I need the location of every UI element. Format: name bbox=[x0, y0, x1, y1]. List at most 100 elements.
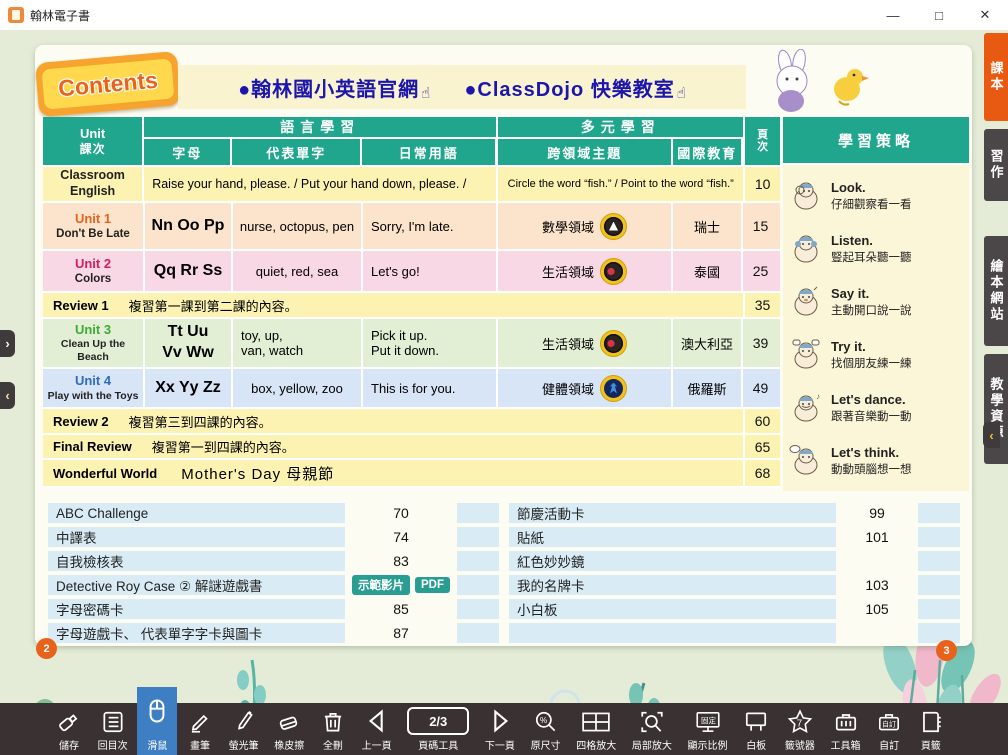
monitor-fixed-icon: 固定 bbox=[694, 709, 722, 735]
toc-row-classroom-english: Classroom English Raise your hand, pleas… bbox=[43, 167, 780, 203]
sidebar-tab-textbook[interactable]: 課本 bbox=[984, 33, 1008, 121]
toc-row-review2: Review 2 複習第三到四課的內容。 60 bbox=[43, 409, 780, 435]
sports-app-badge-icon bbox=[600, 375, 627, 402]
eraser-icon bbox=[276, 709, 302, 735]
mascot-characters bbox=[747, 49, 877, 115]
list-item[interactable]: 字母密碼卡 85 bbox=[48, 599, 499, 619]
number-picker-button[interactable]: 7 籤號器 bbox=[779, 706, 821, 755]
col-multi-learning: 多元學習 bbox=[498, 117, 745, 139]
col-international: 國際教育 bbox=[673, 139, 743, 165]
list-item[interactable]: 紅色妙妙鏡 bbox=[509, 551, 960, 571]
bookmark-book-icon bbox=[918, 709, 944, 735]
say-it-character-icon bbox=[789, 285, 823, 319]
display-ratio-button[interactable]: 固定 顯示比例 bbox=[682, 706, 734, 755]
col-cross-domain: 跨領域主題 bbox=[498, 139, 673, 165]
dance-character-icon: ♪ bbox=[789, 391, 823, 425]
classdojo-link[interactable]: ●ClassDojo 快樂教室 ☝ bbox=[464, 73, 686, 102]
svg-text:7: 7 bbox=[797, 718, 802, 729]
strategy-panel: 學習策略 Look.仔細觀察看一看 Listen.豎起耳朵聽一聽 Say it.… bbox=[783, 117, 969, 491]
appendix-list-left: ABC Challenge 70 中譯表 74 自我檢核表 83 Detecti… bbox=[48, 503, 499, 643]
page-indicator[interactable]: 2/3 bbox=[407, 707, 469, 735]
try-it-character-icon bbox=[789, 338, 823, 372]
math-app-badge-icon bbox=[600, 213, 627, 240]
save-button[interactable]: 儲存 bbox=[50, 706, 88, 755]
contents-badge-label: Contents bbox=[57, 66, 159, 102]
bottom-toolbar: 儲存 回目次 滑鼠 畫筆 螢光筆 橡皮擦 全刪 上一頁 bbox=[0, 703, 1008, 755]
sidebar-collapse-arrow[interactable]: ‹ bbox=[983, 422, 1000, 448]
list-item[interactable]: 我的名牌卡 103 bbox=[509, 575, 960, 595]
page-number-sticker-left: 2 bbox=[36, 638, 57, 659]
left-panel-collapse-arrow[interactable]: ‹ bbox=[0, 382, 15, 409]
pdf-button[interactable]: PDF bbox=[415, 577, 450, 593]
strategy-item-say-it: Say it.主動開口說一說 bbox=[789, 285, 963, 319]
previous-page-icon bbox=[363, 707, 391, 735]
life-cultivate-badge-icon bbox=[600, 330, 627, 357]
minimize-button[interactable]: — bbox=[870, 0, 916, 30]
toc-row-wonderful-world: Wonderful World Mother's Day 母親節 68 bbox=[43, 460, 780, 488]
sidebar-tab-picturebook-site[interactable]: 繪本網站 bbox=[984, 236, 1008, 346]
custom-toolbox-button[interactable]: 自訂 自訂 bbox=[870, 706, 908, 755]
strategy-item-lets-dance: ♪ Let's dance.跟著音樂動一動 bbox=[789, 391, 963, 425]
strategy-item-lets-think: Let's think.動動頭腦想一想 bbox=[789, 444, 963, 478]
col-unit-zh: 課次 bbox=[80, 142, 106, 156]
close-button[interactable]: ✕ bbox=[962, 0, 1008, 30]
life-cultivate-badge-icon bbox=[600, 258, 627, 285]
look-character-icon bbox=[789, 179, 823, 213]
sidebar-tab-workbook[interactable]: 習作 bbox=[984, 129, 1008, 201]
toc-row-unit4: Unit 4 Play with the Toys Xx Yy Zz box, … bbox=[43, 369, 780, 409]
listen-character-icon bbox=[789, 232, 823, 266]
delete-all-button[interactable]: 全刪 bbox=[314, 706, 352, 755]
star-number-icon: 7 bbox=[786, 709, 814, 735]
next-page-button[interactable]: 下一頁 bbox=[479, 704, 521, 755]
toolbox-button[interactable]: 工具箱 bbox=[825, 706, 867, 755]
list-item[interactable]: 貼紙 101 bbox=[509, 527, 960, 547]
page-tabs-button[interactable]: 頁籤 bbox=[912, 706, 950, 755]
list-item[interactable]: 小白板 105 bbox=[509, 599, 960, 619]
whiteboard-button[interactable]: 白板 bbox=[737, 706, 775, 755]
maximize-button[interactable]: □ bbox=[916, 0, 962, 30]
page-number-tool[interactable]: 2/3 頁碼工具 bbox=[401, 704, 475, 755]
pointing-hand-icon: ☝ bbox=[421, 84, 430, 102]
list-item[interactable]: 字母遊戲卡、 代表單字字卡與圖卡 87 bbox=[48, 623, 499, 643]
window-titlebar: 翰林電子書 — □ ✕ bbox=[0, 0, 1008, 30]
col-words: 代表單字 bbox=[232, 139, 362, 165]
back-to-toc-button[interactable]: 回目次 bbox=[92, 706, 134, 755]
list-item[interactable]: 節慶活動卡 99 bbox=[509, 503, 960, 523]
list-item-detective[interactable]: Detective Roy Case ② 解謎遊戲書 示範影片 PDF bbox=[48, 575, 499, 595]
col-unit-en: Unit bbox=[80, 126, 105, 142]
custom-toolbox-icon: 自訂 bbox=[876, 709, 902, 735]
toc-row-unit3: Unit 3 Clean Up the Beach Tt Uu Vv Ww to… bbox=[43, 319, 780, 369]
hanlin-english-website-link[interactable]: ●翰林國小英語官網 ☝ bbox=[238, 73, 430, 102]
toc-row-unit2: Unit 2 Colors Qq Rr Ss quiet, red, sea L… bbox=[43, 251, 780, 293]
eraser-tool-button[interactable]: 橡皮擦 bbox=[268, 706, 310, 755]
book-page: Contents ●翰林國小英語官網 ☝ ●ClassDojo 快樂教室 ☝ bbox=[35, 45, 972, 646]
trash-icon bbox=[320, 709, 346, 735]
contents-badge: Contents bbox=[35, 51, 181, 117]
highlighter-icon bbox=[231, 709, 257, 735]
demo-video-button[interactable]: 示範影片 bbox=[352, 575, 410, 595]
window-title: 翰林電子書 bbox=[30, 7, 90, 24]
left-panel-expand-arrow[interactable]: › bbox=[0, 330, 15, 357]
whiteboard-icon bbox=[743, 709, 769, 735]
col-daily-phrases: 日常用語 bbox=[362, 139, 497, 165]
list-item[interactable]: 中譯表 74 bbox=[48, 527, 499, 547]
list-item[interactable]: ABC Challenge 70 bbox=[48, 503, 499, 523]
think-character-icon bbox=[789, 444, 823, 478]
highlighter-tool-button[interactable]: 螢光筆 bbox=[223, 706, 265, 755]
list-item[interactable]: 自我檢核表 83 bbox=[48, 551, 499, 571]
original-size-button[interactable]: % 原尺寸 bbox=[525, 706, 567, 755]
strategy-title: 學習策略 bbox=[783, 117, 969, 165]
toc-list-icon bbox=[100, 709, 126, 735]
previous-page-button[interactable]: 上一頁 bbox=[356, 704, 398, 755]
four-grid-zoom-button[interactable]: 四格放大 bbox=[570, 706, 622, 755]
toc-row-final-review: Final Review 複習第一到四課的內容。 65 bbox=[43, 435, 780, 460]
mouse-tool-button[interactable]: 滑鼠 bbox=[137, 687, 177, 755]
strategy-item-try-it: Try it.找個朋友練一練 bbox=[789, 338, 963, 372]
strategy-item-look: Look.仔細觀察看一看 bbox=[789, 179, 963, 213]
pen-tool-button[interactable]: 畫筆 bbox=[181, 706, 219, 755]
partial-zoom-button[interactable]: 局部放大 bbox=[626, 706, 678, 755]
pointing-hand-icon: ☝ bbox=[677, 84, 686, 102]
col-page: 頁 次 bbox=[745, 117, 780, 165]
zoom-percent-icon: % bbox=[533, 709, 559, 735]
app-icon bbox=[8, 7, 24, 23]
